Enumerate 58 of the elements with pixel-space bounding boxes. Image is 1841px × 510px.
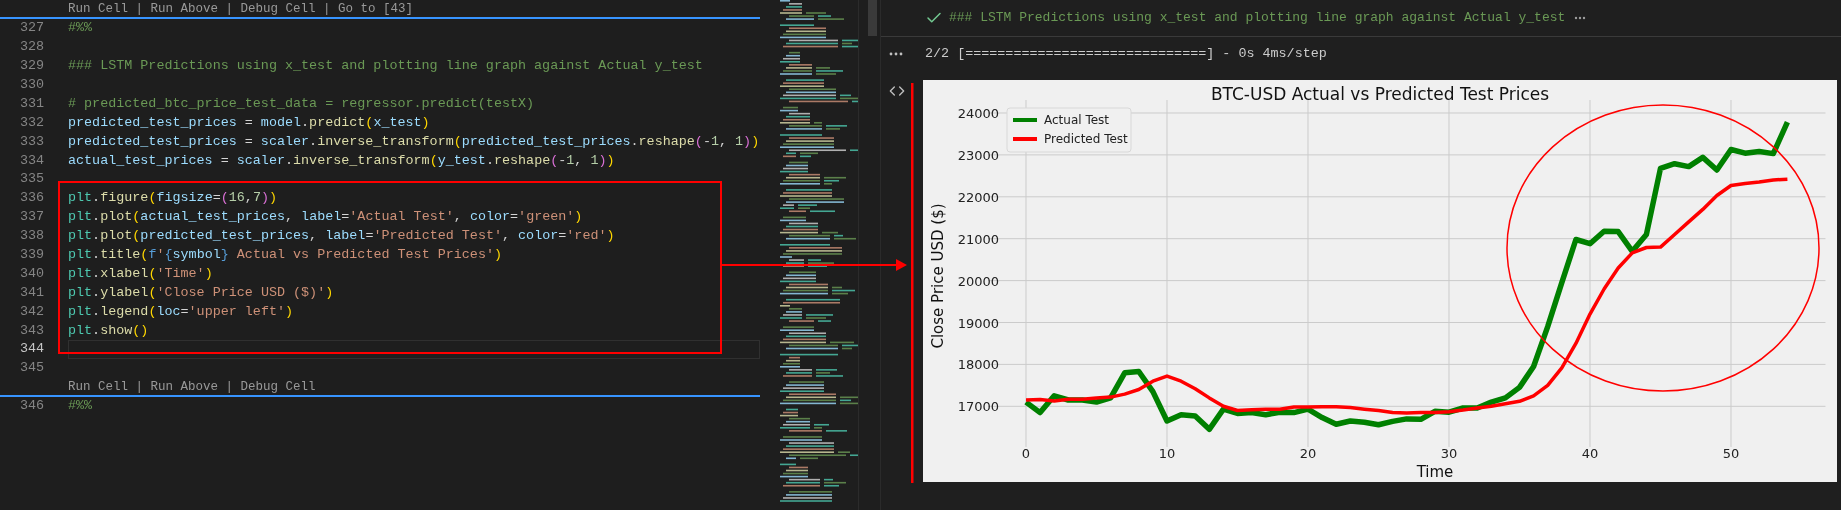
y-tick-label: 19000 bbox=[957, 315, 999, 331]
line-number: 339 bbox=[18, 245, 44, 264]
code-line: plt.show() bbox=[68, 321, 149, 340]
y-tick-label: 17000 bbox=[957, 399, 999, 415]
code-line: actual_test_prices = scaler.inverse_transform(y_test.reshape(-1, 1)) bbox=[68, 151, 615, 170]
code-line: # predicted_btc_price_test_data = regressor.predict(testX) bbox=[68, 94, 535, 113]
line-number: 345 bbox=[18, 359, 44, 378]
y-tick-label: 18000 bbox=[957, 357, 999, 373]
line-number: 343 bbox=[18, 321, 44, 340]
line-number: 327 bbox=[18, 19, 44, 38]
y-tick-label: 22000 bbox=[957, 189, 999, 205]
x-tick-label: 10 bbox=[1158, 446, 1176, 461]
line-number: 341 bbox=[18, 283, 44, 302]
line-number: 335 bbox=[18, 170, 44, 189]
line-number: 329 bbox=[18, 57, 44, 76]
line-number: 337 bbox=[18, 208, 44, 227]
x-axis-label: Time bbox=[1416, 463, 1454, 481]
code-line: plt.title(f'{symbol} Actual vs Predicted Test Prices') bbox=[68, 245, 503, 264]
codelens-actions[interactable]: Run Cell | Run Above | Debug Cell bbox=[68, 378, 316, 395]
code-line: plt.figure(figsize=(16,7)) bbox=[68, 189, 278, 208]
y-tick-label: 20000 bbox=[957, 273, 999, 289]
code-line: plt.xlabel('Time') bbox=[68, 264, 213, 283]
line-number: 331 bbox=[18, 94, 44, 113]
line-number: 334 bbox=[18, 151, 44, 170]
x-tick-label: 0 bbox=[1021, 446, 1031, 461]
code-line: #%% bbox=[68, 19, 93, 38]
chart-title: BTC-USD Actual vs Predicted Test Prices bbox=[1210, 84, 1550, 104]
code-line: predicted_test_prices = scaler.inverse_transform(predicted_test_prices.reshape(-1, 1)) bbox=[68, 132, 760, 151]
line-number: 342 bbox=[18, 302, 44, 321]
x-tick-label: 40 bbox=[1581, 446, 1599, 461]
x-tick-label: 30 bbox=[1440, 446, 1458, 461]
line-number: 332 bbox=[18, 113, 44, 132]
codelens-actions[interactable]: Run Cell | Run Above | Debug Cell | Go to [43] bbox=[68, 0, 414, 17]
code-line: predicted_test_prices = model.predict(x_test) bbox=[68, 113, 430, 132]
line-number: 340 bbox=[18, 264, 44, 283]
y-tick-label: 24000 bbox=[957, 106, 999, 121]
cell-title[interactable]: ### LSTM Predictions using x_test and plotting line graph against Actual y_test bbox=[949, 8, 1566, 28]
code-line: ### LSTM Predictions using x_test and plotting line graph against Actual y_test bbox=[68, 57, 703, 76]
code-line: plt.legend(loc='upper left') bbox=[68, 302, 294, 321]
x-tick-label: 50 bbox=[1722, 446, 1740, 461]
line-number: 338 bbox=[18, 227, 44, 246]
line-number: 344 bbox=[18, 340, 44, 359]
code-line: #%% bbox=[68, 397, 93, 416]
line-number: 328 bbox=[18, 38, 44, 57]
y-tick-label: 21000 bbox=[957, 231, 999, 247]
line-number: 330 bbox=[18, 75, 44, 94]
y-tick-label: 23000 bbox=[957, 147, 999, 163]
code-line: plt.plot(predicted_test_prices, label='Predicted Test', color='red') bbox=[68, 227, 615, 246]
line-number: 336 bbox=[18, 189, 44, 208]
line-number: 346 bbox=[18, 397, 44, 416]
line-number: 333 bbox=[18, 132, 44, 151]
code-line: plt.ylabel('Close Price USD ($)') bbox=[68, 283, 334, 302]
y-axis-label: Close Price USD ($) bbox=[929, 203, 947, 349]
code-line: plt.plot(actual_test_prices, label='Actual Test', color='green') bbox=[68, 208, 583, 227]
x-tick-label: 20 bbox=[1299, 446, 1317, 461]
legend-label: Predicted Test bbox=[1044, 132, 1128, 146]
legend-label: Actual Test bbox=[1044, 113, 1110, 127]
output-text: 2/2 [==============================] - 0s 4ms/step bbox=[925, 44, 1327, 63]
